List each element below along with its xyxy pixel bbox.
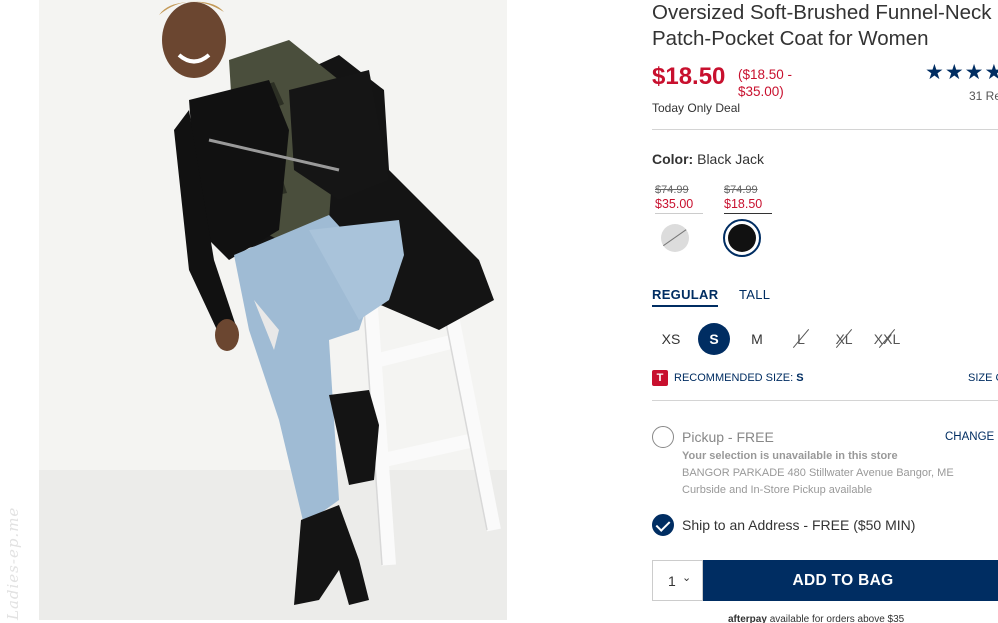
swatch-1-old-price: $74.99 [655,184,689,196]
color-selection: Color: Black Jack [652,151,764,167]
true-fit-icon: T [652,370,668,386]
afterpay-text: available for orders above $35 [769,614,905,623]
sale-price: $18.50 [652,63,726,90]
color-label: Color: [652,151,694,167]
recommended-size-label: RECOMMENDED SIZE: [674,372,794,384]
product-title-line-2: Patch-Pocket Coat for Women [652,27,929,50]
size-option-xxl-unavailable[interactable]: XXL [871,323,903,355]
store-unavailable-message: Your selection is unavailable in this st… [682,450,898,462]
model-illustration [39,0,507,620]
afterpay-note: afterpay available for orders above $35 [728,614,904,623]
swatch-1-underline [655,213,703,214]
change-store-link[interactable]: CHANGE S [945,431,998,443]
swatch-2-fill [728,224,756,252]
swatch-price-2: $74.99 $18.50 [724,184,772,214]
recommended-size-value: S [796,372,804,384]
divider [652,400,998,401]
color-swatch-black-jack-selected[interactable] [723,219,761,257]
product-title: Oversized Soft-Brushed Funnel-Neck Patch… [652,0,998,52]
pickup-label[interactable]: Pickup - FREE [682,429,774,445]
afterpay-logo: afterpay [728,614,767,623]
curbside-note: Curbside and In-Store Pickup available [682,484,873,496]
deal-label: Today Only Deal [652,101,741,115]
size-option-xs[interactable]: XS [655,323,687,355]
store-address: BANGOR PARKADE 480 Stillwater Avenue Ban… [682,467,954,479]
size-option-xl-unavailable[interactable]: XL [828,323,860,355]
swatch-price-1: $74.99 $35.00 [655,184,703,214]
quantity-select[interactable]: 1 ⌄ [652,560,703,601]
swatch-2-new-price: $18.50 [724,197,763,211]
price-range: ($18.50 - $35.00) [738,67,793,99]
tab-regular[interactable]: REGULAR [652,287,719,307]
swatch-2-underline [724,213,772,214]
ship-radio-checked[interactable] [652,514,674,536]
color-swatch-light-unavailable[interactable] [661,224,689,252]
size-chart-link[interactable]: SIZE C [968,372,998,384]
swatch-1-new-price: $35.00 [655,197,694,211]
add-to-bag-button[interactable]: ADD TO BAG [703,560,998,601]
size-option-m[interactable]: M [741,323,773,355]
product-info-panel: Oversized Soft-Brushed Funnel-Neck Patch… [652,0,998,623]
review-count-link[interactable]: 31 Re [969,89,998,103]
watermark-text: Ladies-ep.me [4,506,22,620]
color-value: Black Jack [697,151,765,167]
product-title-line-1: Oversized Soft-Brushed Funnel-Neck [652,1,992,24]
size-option-l-unavailable[interactable]: L [785,323,817,355]
size-option-s-selected[interactable]: S [698,323,730,355]
pickup-radio[interactable] [652,426,674,448]
rating-stars[interactable]: ★★★★ [925,60,998,85]
chevron-down-icon: ⌄ [682,572,692,584]
recommended-size[interactable]: RECOMMENDED SIZE: S [674,372,804,384]
quantity-value: 1 [668,573,676,589]
ship-label[interactable]: Ship to an Address - FREE ($50 MIN) [682,517,915,533]
product-image[interactable] [39,0,507,620]
tab-tall[interactable]: TALL [739,287,770,302]
divider [652,129,998,130]
swatch-2-old-price: $74.99 [724,184,758,196]
